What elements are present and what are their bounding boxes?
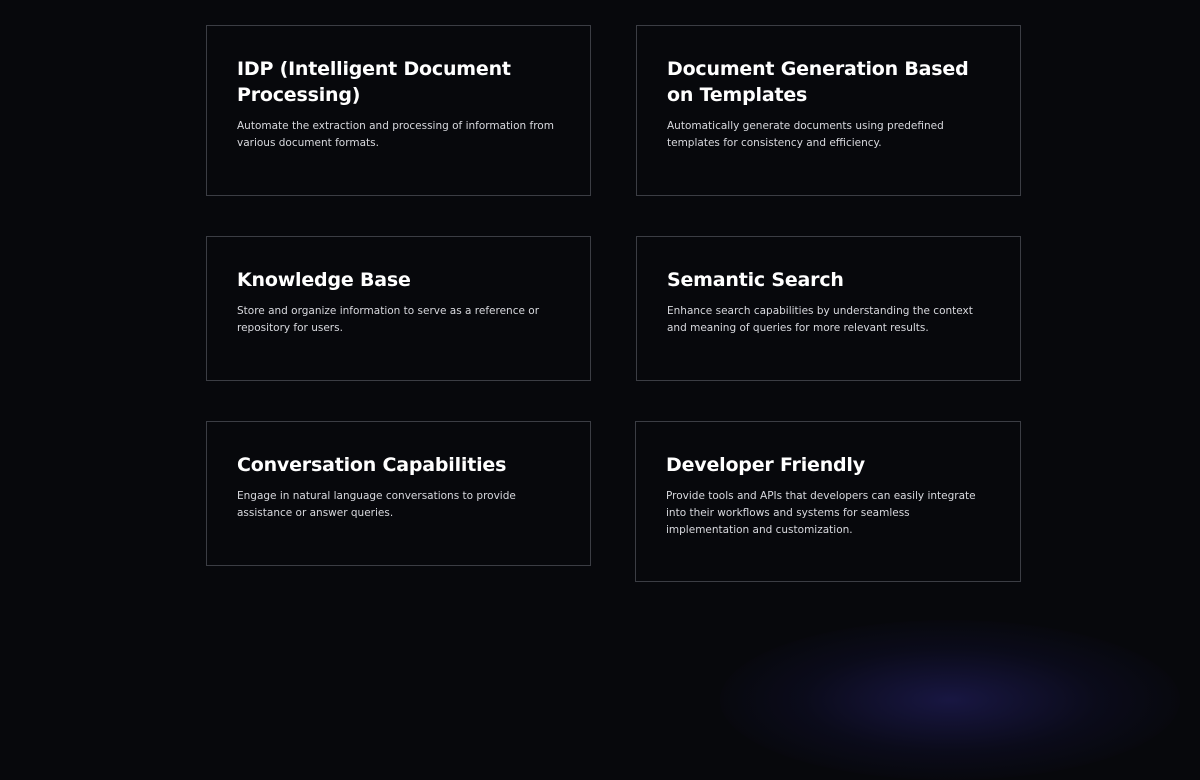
feature-card-description: Automate the extraction and processing o… [237,120,554,149]
feature-card-title: Developer Friendly [666,454,865,476]
feature-card-description: Engage in natural language conversations… [237,490,516,519]
feature-card-description: Provide tools and APIs that developers c… [666,490,976,536]
feature-card-semantic-search: Semantic Search Enhance search capabilit… [636,236,1021,381]
feature-card-conversation-capabilities: Conversation Capabilities Engage in natu… [206,421,591,566]
feature-card-description: Enhance search capabilities by understan… [667,305,973,334]
feature-card-knowledge-base: Knowledge Base Store and organize inform… [206,236,591,381]
feature-card-developer-friendly: Developer Friendly Provide tools and API… [635,421,1021,582]
feature-card-description: Automatically generate documents using p… [667,120,944,149]
feature-card-idp: IDP (Intelligent Document Processing) Au… [206,25,591,196]
background-glow [720,620,1180,780]
feature-card-description: Store and organize information to serve … [237,305,540,334]
feature-card-title: Document Generation Based on Templates [667,58,969,106]
feature-card-title: Conversation Capabilities [237,454,507,476]
feature-card-document-generation: Document Generation Based on Templates A… [636,25,1021,196]
feature-card-title: IDP (Intelligent Document Processing) [237,58,511,106]
feature-card-title: Knowledge Base [237,269,411,291]
feature-card-title: Semantic Search [667,269,844,291]
